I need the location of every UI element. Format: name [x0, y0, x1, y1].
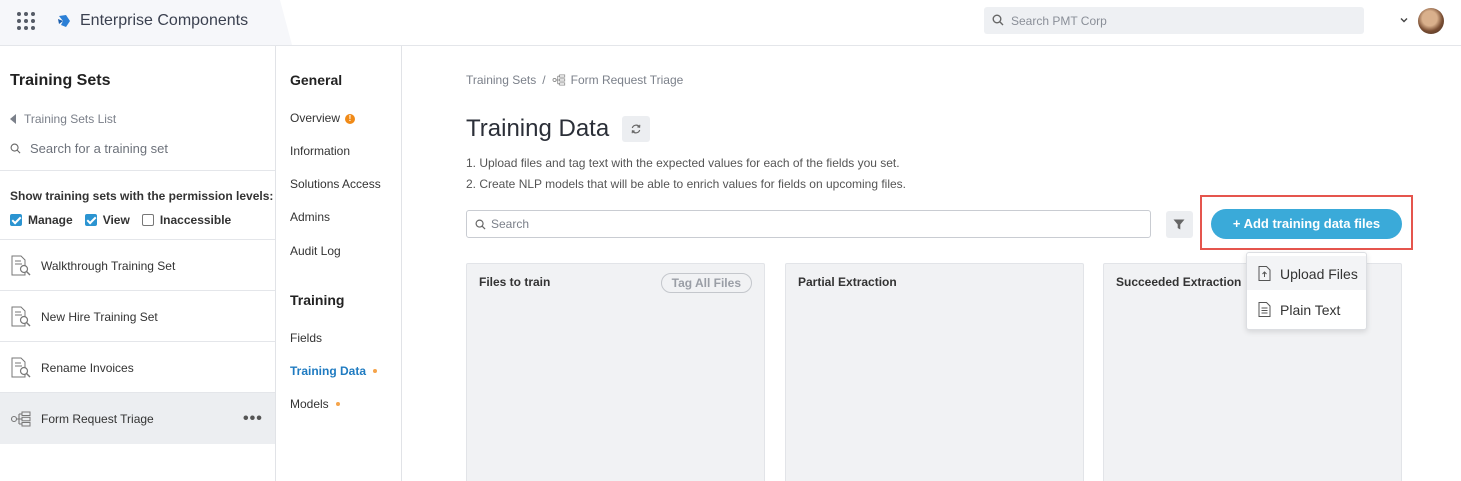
- permission-inaccessible-checkbox[interactable]: Inaccessible: [141, 213, 232, 227]
- status-dot: [335, 402, 340, 406]
- nav-item-admins[interactable]: Admins: [290, 210, 330, 224]
- files-search-input[interactable]: [491, 217, 1141, 231]
- breadcrumb-separator: /: [542, 73, 546, 87]
- search-icon: [475, 219, 486, 230]
- permission-label: Show training sets with the permission l…: [10, 189, 274, 203]
- brand-logo-icon: [58, 15, 70, 27]
- training-set-name: New Hire Training Set: [41, 310, 158, 324]
- checkbox-checked-icon: [84, 214, 97, 226]
- column-title: Succeeded Extraction: [1116, 275, 1242, 289]
- flow-icon: [552, 74, 565, 86]
- tag-all-files-button[interactable]: Tag All Files: [660, 273, 752, 293]
- breadcrumb-root-link[interactable]: Training Sets: [466, 73, 536, 87]
- back-to-list-link[interactable]: Training Sets List: [10, 112, 116, 126]
- list-item-active[interactable]: Form Request Triage •••: [0, 393, 275, 444]
- permission-filters: Manage View Inaccessible: [10, 213, 231, 227]
- search-icon: [10, 143, 21, 154]
- checkbox-label: Inaccessible: [159, 213, 232, 227]
- nav-item-solutions-access[interactable]: Solutions Access: [290, 177, 381, 191]
- column-title: Files to train: [479, 275, 551, 289]
- add-training-data-button[interactable]: + Add training data files: [1211, 209, 1402, 239]
- add-files-menu: Upload Files Plain Text: [1246, 252, 1367, 330]
- warning-badge-icon: !: [345, 114, 356, 124]
- document-search-icon: [11, 306, 31, 327]
- caret-left-icon: [10, 114, 16, 124]
- filter-icon: [1173, 219, 1185, 230]
- checkbox-unchecked-icon: [141, 214, 154, 226]
- avatar[interactable]: [1418, 8, 1444, 34]
- files-search[interactable]: [466, 210, 1151, 238]
- breadcrumb: Training Sets / Form Request Triage: [466, 73, 683, 87]
- checkbox-checked-icon: [10, 214, 22, 226]
- nav-item-label: Training Data: [290, 364, 367, 378]
- settings-nav: General Overview! Information Solutions …: [276, 46, 402, 481]
- nav-heading-general: General: [290, 72, 343, 88]
- training-set-list: Walkthrough Training Set New Hire Traini…: [0, 240, 275, 444]
- training-set-name: Rename Invoices: [41, 361, 134, 375]
- list-item[interactable]: New Hire Training Set: [0, 291, 275, 342]
- filter-button[interactable]: [1166, 211, 1193, 238]
- panel-title: Training Sets: [10, 72, 111, 89]
- training-sets-panel: Training Sets Training Sets List Show tr…: [0, 46, 276, 481]
- divider: [0, 170, 275, 171]
- checkbox-label: Manage: [28, 213, 73, 227]
- training-set-name: Form Request Triage: [41, 412, 154, 426]
- global-search-input[interactable]: [1011, 12, 1351, 29]
- list-item[interactable]: Walkthrough Training Set: [0, 240, 275, 291]
- training-set-search-input[interactable]: [30, 141, 260, 156]
- text-document-icon: [1258, 302, 1271, 317]
- chevron-down-icon[interactable]: [1398, 14, 1410, 26]
- refresh-button[interactable]: [622, 116, 650, 142]
- refresh-icon: [631, 124, 641, 134]
- training-set-search[interactable]: [10, 140, 265, 160]
- nav-item-training-data[interactable]: Training Data: [290, 364, 378, 378]
- top-bar: Enterprise Components: [0, 0, 1461, 46]
- app-launcher-icon[interactable]: [17, 12, 35, 30]
- menu-item-label: Upload Files: [1280, 266, 1358, 282]
- back-link-label: Training Sets List: [24, 112, 117, 126]
- training-set-name: Walkthrough Training Set: [41, 259, 176, 273]
- nav-item-models[interactable]: Models: [290, 397, 340, 411]
- menu-item-plain-text[interactable]: Plain Text: [1247, 292, 1366, 326]
- menu-item-label: Plain Text: [1280, 302, 1341, 318]
- nav-item-overview[interactable]: Overview!: [290, 111, 356, 125]
- nav-item-information[interactable]: Information: [290, 144, 350, 158]
- instruction-step-2: 2. Create NLP models that will be able t…: [466, 177, 907, 191]
- flow-icon: [10, 411, 31, 427]
- permission-manage-checkbox[interactable]: Manage: [10, 213, 73, 227]
- checkbox-label: View: [102, 213, 130, 227]
- more-options-icon[interactable]: •••: [243, 410, 263, 428]
- column-files-to-train: Files to train Tag All Files: [466, 263, 765, 481]
- column-title: Partial Extraction: [798, 275, 897, 289]
- status-dot: [373, 369, 378, 373]
- breadcrumb-current: Form Request Triage: [570, 73, 684, 87]
- nav-heading-training: Training: [290, 292, 345, 308]
- permission-view-checkbox[interactable]: View: [84, 213, 130, 227]
- upload-file-icon: [1258, 266, 1271, 281]
- nav-item-audit-log[interactable]: Audit Log: [290, 244, 341, 258]
- list-item[interactable]: Rename Invoices: [0, 342, 275, 393]
- nav-item-label: Overview: [290, 111, 341, 125]
- nav-item-fields[interactable]: Fields: [290, 331, 322, 345]
- column-partial-extraction: Partial Extraction: [785, 263, 1084, 481]
- document-search-icon: [11, 357, 31, 378]
- app-title[interactable]: Enterprise Components: [80, 12, 248, 30]
- instruction-step-1: 1. Upload files and tag text with the ex…: [466, 156, 900, 170]
- page-title: Training Data: [466, 115, 610, 142]
- search-icon: [992, 14, 1004, 26]
- menu-item-upload-files[interactable]: Upload Files: [1247, 256, 1366, 290]
- document-search-icon: [11, 255, 31, 276]
- nav-item-label: Models: [290, 397, 329, 411]
- global-search[interactable]: [984, 7, 1364, 34]
